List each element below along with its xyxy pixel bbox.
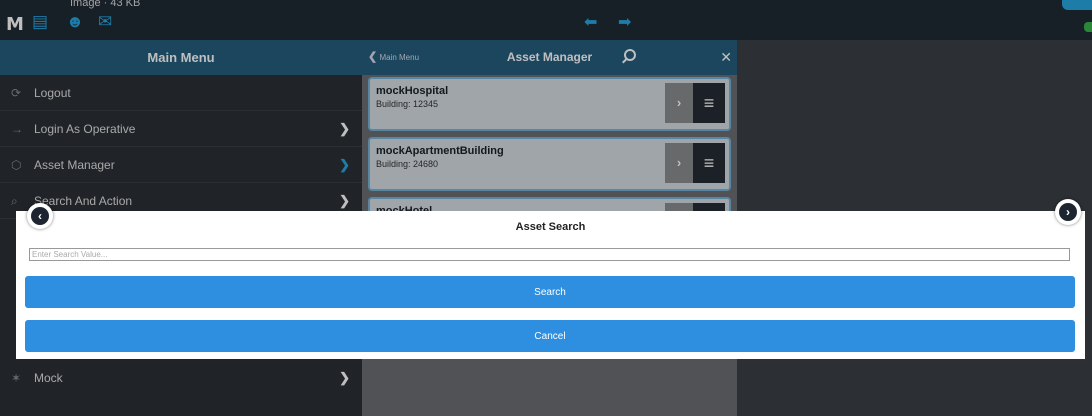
chevron-left-icon: ‹: [31, 207, 49, 225]
search-button[interactable]: Search: [25, 276, 1075, 308]
previous-button[interactable]: ‹: [27, 203, 53, 229]
search-input[interactable]: [29, 248, 1070, 261]
next-button[interactable]: ›: [1055, 199, 1081, 225]
dialog-title: Asset Search: [515, 221, 586, 233]
chevron-right-icon: ›: [1059, 203, 1077, 221]
asset-search-dialog: Asset Search Search Cancel: [16, 211, 1085, 359]
cancel-button[interactable]: Cancel: [25, 320, 1075, 352]
